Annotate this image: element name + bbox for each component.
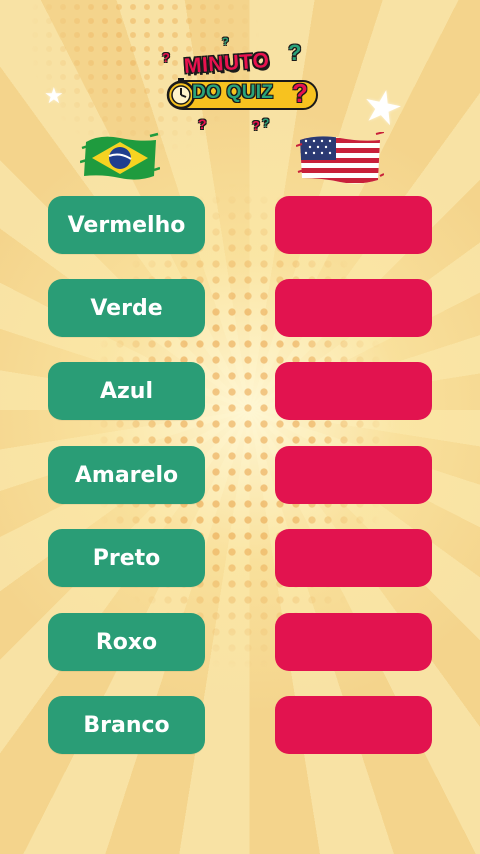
word-row-6: Roxo xyxy=(0,613,480,671)
word-row-7: Branco xyxy=(0,696,480,754)
star-icon: ★ xyxy=(44,84,64,109)
logo-title-line2: DO QUIZ xyxy=(192,82,274,103)
question-mark-icon: ? xyxy=(292,78,308,108)
english-answer-button[interactable] xyxy=(275,613,432,671)
english-answer-button[interactable] xyxy=(275,362,432,420)
word-row-5: Preto xyxy=(0,529,480,587)
quiz-logo: MINUTO DO QUIZ ? ? ? ? ? ? ? xyxy=(162,36,322,136)
portuguese-word-button[interactable]: Branco xyxy=(48,696,205,754)
portuguese-word-button[interactable]: Preto xyxy=(48,529,205,587)
english-answer-button[interactable] xyxy=(275,446,432,504)
portuguese-word-button[interactable]: Azul xyxy=(48,362,205,420)
portuguese-word-button[interactable]: Verde xyxy=(48,279,205,337)
brazil-flag-icon xyxy=(80,132,160,180)
word-row-1: Vermelho xyxy=(0,196,480,254)
question-mark-icon: ? xyxy=(198,116,207,132)
portuguese-word-button[interactable]: Amarelo xyxy=(48,446,205,504)
question-mark-icon: ? xyxy=(162,50,170,65)
word-row-3: Azul xyxy=(0,362,480,420)
word-row-2: Verde xyxy=(0,279,480,337)
portuguese-word-button[interactable]: Vermelho xyxy=(48,196,205,254)
english-answer-button[interactable] xyxy=(275,279,432,337)
english-answer-button[interactable] xyxy=(275,529,432,587)
logo-title-line1: MINUTO xyxy=(183,49,271,78)
usa-flag-icon xyxy=(296,132,384,184)
english-answer-button[interactable] xyxy=(275,196,432,254)
question-mark-icon: ? xyxy=(262,116,270,130)
english-answer-button[interactable] xyxy=(275,696,432,754)
word-row-4: Amarelo xyxy=(0,446,480,504)
portuguese-word-button[interactable]: Roxo xyxy=(48,613,205,671)
question-mark-icon: ? xyxy=(288,40,302,65)
question-mark-icon: ? xyxy=(252,118,260,133)
question-mark-icon: ? xyxy=(222,36,229,48)
